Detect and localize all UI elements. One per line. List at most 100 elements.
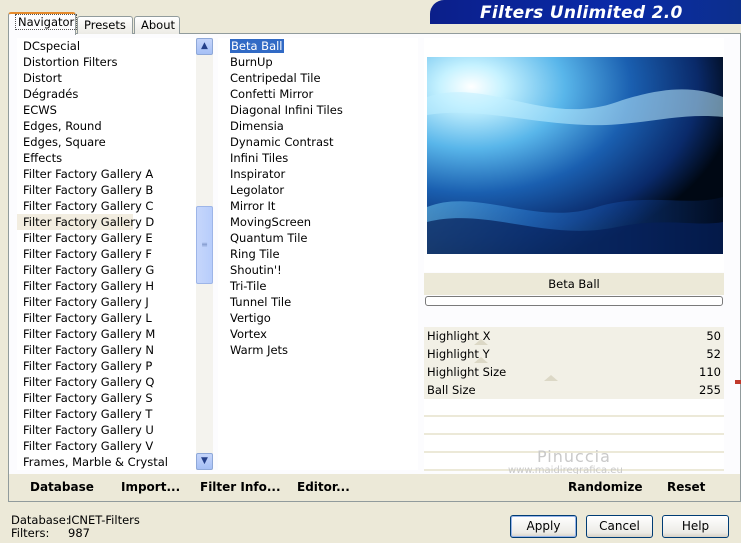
category-item[interactable]: Edges, Square xyxy=(17,134,197,150)
category-item[interactable]: DCspecial xyxy=(17,38,197,54)
empty-slot xyxy=(424,417,724,435)
category-item[interactable]: Effects xyxy=(17,150,197,166)
category-item[interactable]: Filter Factory Gallery P xyxy=(17,358,197,374)
filter-item-label: Diagonal Infini Tiles xyxy=(230,103,343,117)
filter-info-link[interactable]: Filter Info... xyxy=(200,480,281,494)
help-button[interactable]: Help xyxy=(662,515,729,538)
filter-item[interactable]: Dynamic Contrast xyxy=(218,134,418,150)
category-item[interactable]: Filter Factory Gallery V xyxy=(17,438,197,454)
filter-item[interactable]: Centripedal Tile xyxy=(218,70,418,86)
category-item[interactable]: Distortion Filters xyxy=(17,54,197,70)
category-item[interactable]: Filter Factory Gallery U xyxy=(17,422,197,438)
category-scrollbar[interactable]: ▲ ≡ ▼ xyxy=(196,38,213,470)
progress-bar xyxy=(425,296,723,306)
filter-item[interactable]: Vortex xyxy=(218,326,418,342)
import-link[interactable]: Import... xyxy=(121,480,180,494)
category-item[interactable]: Filter Factory Gallery G xyxy=(17,262,197,278)
param-value: 110 xyxy=(699,365,721,379)
database-link[interactable]: Database xyxy=(30,480,94,494)
filter-item[interactable]: Confetti Mirror xyxy=(218,86,418,102)
filter-item[interactable]: Legolator xyxy=(218,182,418,198)
filter-item[interactable]: Quantum Tile xyxy=(218,230,418,246)
filter-item[interactable]: BurnUp xyxy=(218,54,418,70)
filter-item[interactable]: Vertigo xyxy=(218,310,418,326)
param-label: Highlight Size xyxy=(427,365,507,379)
tab-navigator[interactable]: Navigator xyxy=(8,12,78,35)
tab-about[interactable]: About xyxy=(134,16,180,34)
scroll-thumb[interactable]: ≡ xyxy=(196,206,213,284)
category-item[interactable]: Filter Factory Gallery A xyxy=(17,166,197,182)
category-item[interactable]: Filter Factory Gallery C xyxy=(17,198,197,214)
category-item[interactable]: Filter Factory Gallery B xyxy=(17,182,197,198)
category-item[interactable]: Filter Factory Gallery T xyxy=(17,406,197,422)
edge-marker xyxy=(735,380,741,384)
category-item[interactable]: Filter Factory Gallery N xyxy=(17,342,197,358)
filter-item-label: Dimensia xyxy=(230,119,284,133)
reset-link[interactable]: Reset xyxy=(667,480,705,494)
title-banner: Filters Unlimited 2.0 xyxy=(430,0,741,24)
filter-item-label: Beta Ball xyxy=(230,39,284,53)
status-info: Database:ICNET-Filters Filters: 987 xyxy=(11,514,140,540)
editor-link[interactable]: Editor... xyxy=(297,480,350,494)
parameter-list: Highlight X 50 Highlight Y 52 Highlight Size… xyxy=(424,327,724,399)
filter-item[interactable]: Tri-Tile xyxy=(218,278,418,294)
category-item[interactable]: Filter Factory Gallery Q xyxy=(17,374,197,390)
filter-item-label: Warm Jets xyxy=(230,343,289,357)
param-slider[interactable]: Highlight Size 110 xyxy=(424,363,724,381)
filter-item-label: Mirror It xyxy=(230,199,276,213)
filter-item-label: BurnUp xyxy=(230,55,273,69)
param-value: 50 xyxy=(706,329,721,343)
filter-item-label: Ring Tile xyxy=(230,247,280,261)
filter-item-label: MovingScreen xyxy=(230,215,312,229)
filter-item[interactable]: Mirror It xyxy=(218,198,418,214)
category-item[interactable]: Filter Factory Gallery J xyxy=(17,294,197,310)
category-item[interactable]: Dégradés xyxy=(17,86,197,102)
filter-item-label: Vortex xyxy=(230,327,267,341)
param-value: 255 xyxy=(699,383,721,397)
filter-item[interactable]: Ring Tile xyxy=(218,246,418,262)
category-item[interactable]: Filter Factory Gallery E xyxy=(17,230,197,246)
scroll-up-icon[interactable]: ▲ xyxy=(196,38,213,55)
category-item[interactable]: Filter Factory Gallery D xyxy=(17,214,154,230)
filters-count-value: 987 xyxy=(68,526,90,540)
filter-item[interactable]: MovingScreen xyxy=(218,214,418,230)
category-item[interactable]: Filter Factory Gallery S xyxy=(17,390,197,406)
filter-item[interactable]: Dimensia xyxy=(218,118,418,134)
category-item[interactable]: Filter Factory Gallery L xyxy=(17,310,197,326)
empty-slot xyxy=(424,399,724,417)
preview-image xyxy=(427,57,723,254)
banner-title: Filters Unlimited 2.0 xyxy=(480,3,683,23)
category-item[interactable]: Filter Factory Gallery F xyxy=(17,246,197,262)
filter-item[interactable]: Diagonal Infini Tiles xyxy=(218,102,418,118)
param-slider[interactable]: Highlight X 50 xyxy=(424,327,724,345)
filter-item-label: Tunnel Tile xyxy=(230,295,292,309)
category-item[interactable]: Edges, Round xyxy=(17,118,197,134)
apply-button[interactable]: Apply xyxy=(510,515,577,538)
filter-item[interactable]: Shoutin'! xyxy=(218,262,418,278)
filter-item-label: Dynamic Contrast xyxy=(230,135,334,149)
category-item[interactable]: Filter Factory Gallery H xyxy=(17,278,197,294)
randomize-link[interactable]: Randomize xyxy=(568,480,642,494)
category-list[interactable]: DCspecial Distortion Filters Distort Dégrad… xyxy=(17,38,197,470)
filter-list[interactable]: Beta Ball BurnUp Centripedal Tile Confetti … xyxy=(218,38,418,470)
category-item[interactable]: ECWS xyxy=(17,102,197,118)
param-slider[interactable]: Highlight Y 52 xyxy=(424,345,724,363)
filter-item-label: Infini Tiles xyxy=(230,151,289,165)
filter-item[interactable]: Tunnel Tile xyxy=(218,294,418,310)
param-label: Ball Size xyxy=(427,383,476,397)
filter-item[interactable]: Warm Jets xyxy=(218,342,418,358)
filter-item[interactable]: Infini Tiles xyxy=(218,150,418,166)
scroll-down-icon[interactable]: ▼ xyxy=(196,453,213,470)
filter-item[interactable]: Beta Ball xyxy=(218,38,418,54)
cancel-button[interactable]: Cancel xyxy=(586,515,653,538)
tab-presets[interactable]: Presets xyxy=(77,16,133,34)
watermark-name: Pinuccia xyxy=(537,447,611,466)
filter-item[interactable]: Inspirator xyxy=(218,166,418,182)
param-slider[interactable]: Ball Size 255 xyxy=(424,381,724,399)
filter-item-label: Centripedal Tile xyxy=(230,71,321,85)
filter-item-label: Legolator xyxy=(230,183,285,197)
filter-item-label: Confetti Mirror xyxy=(230,87,314,101)
category-item[interactable]: Frames, Marble & Crystal xyxy=(17,454,197,470)
category-item[interactable]: Filter Factory Gallery M xyxy=(17,326,197,342)
category-item[interactable]: Distort xyxy=(17,70,197,86)
